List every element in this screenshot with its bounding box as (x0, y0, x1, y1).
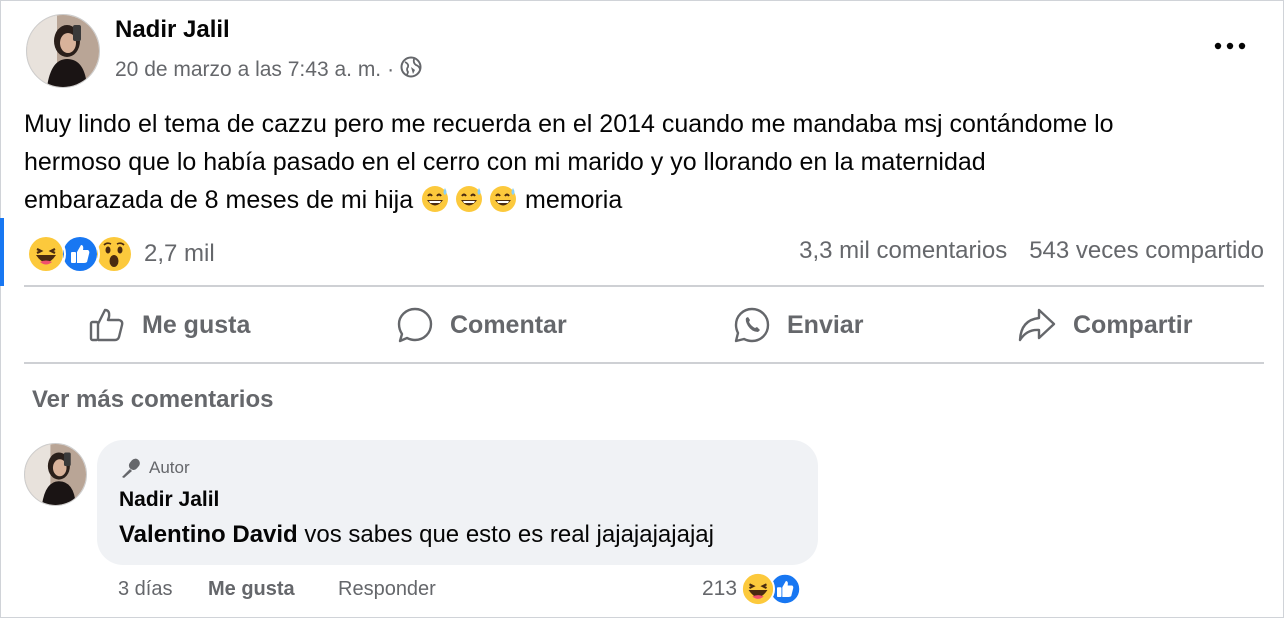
like-button[interactable]: Me gusta (88, 300, 250, 350)
comment-mention[interactable]: Valentino David (119, 521, 298, 548)
post-text-line-3: embarazada de 8 meses de mi hija (24, 186, 414, 214)
comment-reply-button[interactable]: Responder (338, 578, 436, 601)
comment-author-name[interactable]: Nadir Jalil (119, 488, 219, 512)
comment-reactions[interactable]: 213 (702, 572, 802, 606)
reactions-summary[interactable]: 2,7 mil (26, 234, 215, 274)
post-text-line: hermoso que lo había pasado en el cerro … (24, 148, 986, 176)
comments-count[interactable]: 3,3 mil comentarios (799, 237, 1007, 265)
haha-icon (741, 572, 776, 606)
author-badge: Autor (119, 457, 190, 479)
avatar[interactable] (26, 14, 100, 88)
shares-count[interactable]: 543 veces compartido (1029, 237, 1264, 265)
comment-time[interactable]: 3 días (118, 578, 172, 601)
whatsapp-icon (734, 307, 770, 343)
post-date[interactable]: 20 de marzo a las 7:43 a. m. (115, 58, 381, 82)
share-button-label: Compartir (1073, 310, 1193, 339)
share-icon (1018, 308, 1056, 342)
microphone-icon (122, 458, 140, 478)
comment-button-label: Comentar (450, 310, 567, 339)
more-dots-icon (1214, 42, 1246, 50)
post-text-tail: memoria (525, 186, 623, 214)
divider (24, 362, 1264, 364)
comment-text: Valentino David vos sabes que esto es re… (119, 521, 714, 549)
send-button-label: Enviar (787, 310, 864, 339)
emoji-group (420, 186, 525, 214)
globe-icon (400, 56, 422, 84)
view-more-comments-link[interactable]: Ver más comentarios (32, 386, 273, 414)
comment-reaction-count: 213 (702, 577, 738, 600)
comment-bubble: Autor Nadir Jalil Valentino David vos sa… (97, 440, 818, 565)
comment-body: vos sabes que esto es real jajajajajajaj (297, 521, 714, 548)
like-icon (60, 234, 100, 274)
send-button[interactable]: Enviar (733, 300, 863, 350)
like-button-label: Me gusta (142, 310, 251, 339)
grinning-sweat-emoji (422, 186, 517, 212)
divider (24, 285, 1264, 287)
post-text: Muy lindo el tema de cazzu pero me recue… (24, 105, 1269, 219)
author-badge-label: Autor (149, 458, 190, 477)
comment-icon (397, 307, 433, 343)
comment-like-button[interactable]: Me gusta (208, 578, 295, 601)
post-text-line: Muy lindo el tema de cazzu pero me recue… (24, 110, 1114, 138)
post-author-name[interactable]: Nadir Jalil (115, 16, 230, 44)
more-options-button[interactable] (1212, 30, 1248, 62)
haha-icon (26, 234, 66, 274)
wow-icon (94, 234, 134, 274)
thumbs-up-icon (89, 308, 124, 342)
post-meta: 20 de marzo a las 7:43 a. m. · (115, 56, 422, 84)
engagement-counts: 3,3 mil comentarios 543 veces compartido (799, 237, 1264, 265)
comment-avatar[interactable] (24, 443, 87, 506)
focus-indicator (0, 218, 4, 286)
share-button[interactable]: Compartir (1017, 300, 1192, 350)
reaction-count[interactable]: 2,7 mil (144, 240, 215, 268)
meta-separator: · (387, 58, 395, 81)
comment-button[interactable]: Comentar (396, 300, 567, 350)
post-text-line: embarazada de 8 meses de mi hija memoria (24, 181, 1269, 219)
